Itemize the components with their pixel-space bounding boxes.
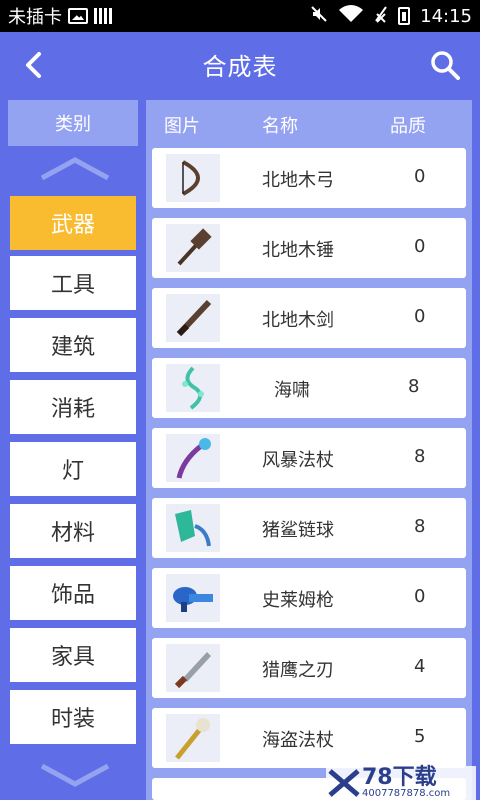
recipe-list-panel: 图片 名称 品质 北地木弓 0 北地木锤 0 北地木剑 0 海啸 8 风暴法杖 … (146, 100, 472, 800)
item-name: 北地木锤 (262, 240, 334, 261)
item-quality: 0 (414, 236, 426, 257)
category-item-building[interactable]: 建筑 (10, 318, 136, 372)
category-item-materials[interactable]: 材料 (10, 504, 136, 558)
item-name: 北地木弓 (262, 170, 334, 191)
x-logo-icon (328, 769, 360, 797)
search-button[interactable] (428, 48, 462, 82)
storage-notification-icon (94, 8, 112, 24)
item-quality: 8 (414, 516, 426, 537)
table-header: 图片 名称 品质 (146, 100, 472, 146)
page-title: 合成表 (202, 52, 278, 81)
table-row[interactable]: 北地木弓 0 (152, 148, 466, 208)
item-quality: 5 (414, 726, 426, 747)
table-row[interactable]: 海啸 8 (152, 358, 466, 418)
category-header: 类别 (8, 100, 138, 146)
skull-staff-icon (166, 714, 220, 762)
item-name: 史莱姆枪 (262, 590, 334, 611)
item-name: 海盗法杖 (262, 730, 334, 751)
carrier-text: 未插卡 (8, 7, 62, 28)
column-header-name: 名称 (262, 116, 298, 137)
flail-icon (166, 504, 220, 552)
item-quality: 8 (408, 376, 420, 397)
chevron-left-icon (26, 52, 41, 78)
item-quality: 0 (414, 306, 426, 327)
table-row[interactable]: 猪鲨链球 8 (152, 498, 466, 558)
search-icon (431, 51, 460, 80)
table-row[interactable]: 风暴法杖 8 (152, 428, 466, 488)
item-name: 北地木剑 (262, 310, 334, 331)
category-item-tools[interactable]: 工具 (10, 256, 136, 310)
item-name: 猪鲨链球 (262, 520, 334, 541)
watermark-logo: 78下载 4007787878.com (326, 766, 476, 800)
blade-icon (166, 644, 220, 692)
table-row[interactable]: 史莱姆枪 0 (152, 568, 466, 628)
scroll-up-button[interactable] (40, 156, 110, 181)
category-item-accessories[interactable]: 饰品 (10, 566, 136, 620)
wifi-icon (338, 4, 364, 28)
staff-icon (166, 434, 220, 482)
item-quality: 0 (414, 166, 426, 187)
category-item-fashion[interactable]: 时装 (10, 690, 136, 744)
clock-text: 14:15 (420, 5, 472, 27)
item-quality: 8 (414, 446, 426, 467)
item-name: 海啸 (274, 380, 310, 401)
battery-icon (398, 7, 411, 25)
category-item-furniture[interactable]: 家具 (10, 628, 136, 682)
sword-icon (166, 294, 220, 342)
no-signal-icon (374, 5, 388, 28)
table-row[interactable]: 海盗法杖 5 (152, 708, 466, 768)
image-notification-icon (68, 8, 88, 24)
scroll-down-button[interactable] (40, 763, 110, 788)
table-row[interactable]: 北地木剑 0 (152, 288, 466, 348)
hammer-icon (166, 224, 220, 272)
back-button[interactable] (18, 50, 48, 80)
item-name: 风暴法杖 (262, 450, 334, 471)
item-quality: 0 (414, 586, 426, 607)
category-item-weapons[interactable]: 武器 (10, 196, 136, 250)
item-name: 猎鹰之刃 (262, 660, 334, 681)
app-header: 合成表 (0, 32, 480, 96)
table-row[interactable]: 猎鹰之刃 4 (152, 638, 466, 698)
status-bar: 未插卡 14:15 (0, 0, 480, 32)
item-quality: 4 (414, 656, 426, 677)
watermark-brand: 78下载 (362, 765, 437, 790)
category-sidebar: 类别 武器 工具 建筑 消耗 灯 材料 饰品 家具 时装 (0, 96, 144, 800)
chevron-down-icon (40, 763, 110, 787)
chevron-up-icon (40, 157, 110, 181)
table-row[interactable]: 北地木锤 0 (152, 218, 466, 278)
gun-icon (166, 574, 220, 622)
bow-icon (166, 154, 220, 202)
tsunami-bow-icon (166, 364, 220, 412)
mute-icon (310, 5, 328, 28)
watermark-url: 4007787878.com (362, 788, 451, 799)
column-header-image: 图片 (164, 116, 200, 137)
category-item-consumables[interactable]: 消耗 (10, 380, 136, 434)
category-item-lights[interactable]: 灯 (10, 442, 136, 496)
column-header-quality: 品质 (390, 116, 426, 137)
